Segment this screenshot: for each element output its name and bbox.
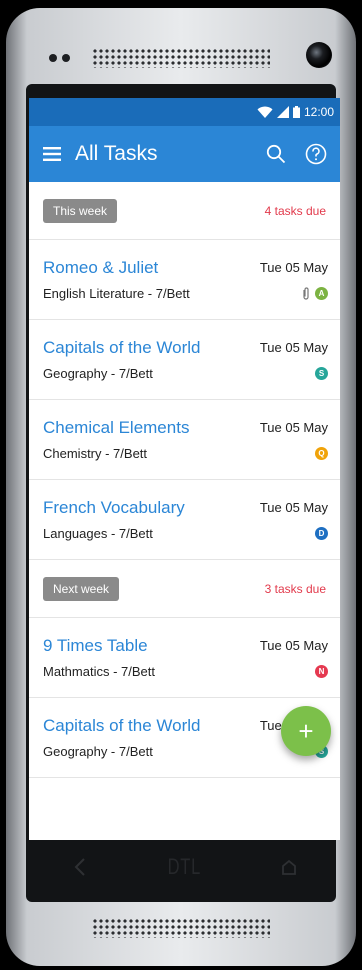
status-time: 12:00 bbox=[303, 105, 334, 119]
battery-icon bbox=[292, 106, 300, 118]
task-row[interactable]: Romeo & Juliet English Literature - 7/Be… bbox=[29, 240, 340, 320]
task-meta: D bbox=[315, 527, 328, 540]
signal-icon bbox=[276, 106, 289, 118]
bottom-speaker bbox=[92, 918, 270, 938]
task-badge: D bbox=[315, 527, 328, 540]
task-date: Tue 05 May bbox=[259, 500, 328, 515]
task-row[interactable]: Chemical Elements Chemistry - 7/Bett Tue… bbox=[29, 400, 340, 480]
status-bar: 12:00 bbox=[29, 98, 340, 126]
task-subtitle: Mathmatics - 7/Bett bbox=[43, 664, 155, 679]
light-sensor-icon bbox=[62, 54, 70, 62]
task-subtitle: Languages - 7/Bett bbox=[43, 526, 153, 541]
task-title: Chemical Elements bbox=[43, 418, 190, 437]
brand-logo: DTL bbox=[167, 854, 202, 879]
task-date: Tue 05 May bbox=[259, 420, 328, 435]
task-subtitle: English Literature - 7/Bett bbox=[43, 286, 190, 301]
task-row[interactable]: 9 Times Table Mathmatics - 7/Bett Tue 05… bbox=[29, 618, 340, 698]
task-title: French Vocabulary bbox=[43, 498, 185, 517]
task-badge: S bbox=[315, 367, 328, 380]
task-row[interactable]: Capitals of the World Geography - 7/Bett… bbox=[29, 320, 340, 400]
menu-button[interactable] bbox=[29, 126, 75, 182]
navigation-bar: DTL bbox=[29, 840, 340, 894]
earpiece-speaker bbox=[92, 48, 270, 68]
app-bar: All Tasks bbox=[29, 126, 340, 182]
task-date: Tue 05 May bbox=[259, 340, 328, 355]
section-header-this-week: This week 4 tasks due bbox=[29, 182, 340, 240]
search-icon bbox=[266, 144, 286, 164]
task-badge: A bbox=[315, 287, 328, 300]
help-icon bbox=[305, 143, 327, 165]
task-meta: A bbox=[301, 287, 328, 300]
add-task-button[interactable]: + bbox=[281, 706, 331, 756]
task-date: Tue 05 May bbox=[259, 638, 328, 653]
task-badge: N bbox=[315, 665, 328, 678]
attachment-icon bbox=[303, 287, 309, 300]
back-button[interactable] bbox=[60, 847, 100, 887]
back-chevron-icon bbox=[74, 858, 85, 876]
hamburger-menu-icon bbox=[43, 147, 61, 161]
plus-icon: + bbox=[298, 715, 314, 746]
task-meta: Q bbox=[315, 447, 328, 460]
task-row[interactable]: French Vocabulary Languages - 7/Bett Tue… bbox=[29, 480, 340, 560]
proximity-sensor-icon bbox=[49, 54, 57, 62]
task-badge: Q bbox=[315, 447, 328, 460]
task-title: Romeo & Juliet bbox=[43, 258, 159, 277]
task-subtitle: Geography - 7/Bett bbox=[43, 366, 153, 381]
task-title: 9 Times Table bbox=[43, 636, 148, 655]
task-subtitle: Chemistry - 7/Bett bbox=[43, 446, 148, 461]
section-header-next-week: Next week 3 tasks due bbox=[29, 560, 340, 618]
due-count: 3 tasks due bbox=[264, 581, 326, 596]
task-title: Capitals of the World bbox=[43, 338, 201, 357]
task-meta: N bbox=[315, 665, 328, 678]
search-button[interactable] bbox=[256, 126, 296, 182]
wifi-icon bbox=[257, 106, 273, 118]
task-list: This week 4 tasks due Romeo & Juliet Eng… bbox=[29, 182, 340, 778]
task-date: Tue 05 May bbox=[259, 260, 328, 275]
week-chip: This week bbox=[43, 198, 118, 223]
task-title: Capitals of the World bbox=[43, 716, 201, 735]
help-button[interactable] bbox=[296, 126, 336, 182]
home-button[interactable] bbox=[269, 847, 309, 887]
due-count: 4 tasks due bbox=[264, 203, 326, 218]
page-title: All Tasks bbox=[75, 142, 158, 165]
app-screen: 12:00 All Tasks This week 4 tasks due Ro… bbox=[29, 98, 340, 840]
week-chip: Next week bbox=[43, 576, 120, 601]
task-subtitle: Geography - 7/Bett bbox=[43, 744, 153, 759]
front-camera-icon bbox=[306, 42, 332, 68]
task-meta: S bbox=[315, 367, 328, 380]
home-icon bbox=[282, 859, 296, 875]
